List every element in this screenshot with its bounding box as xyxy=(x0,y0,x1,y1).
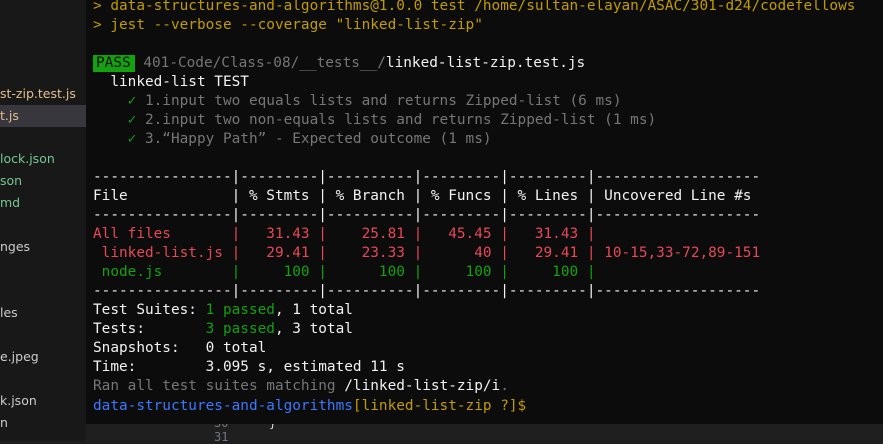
summary-label: Test Suites: xyxy=(93,302,206,318)
check-icon: ✓ xyxy=(93,93,145,109)
pass-badge: PASS xyxy=(93,55,135,72)
summary-passed: 1 passed xyxy=(205,302,275,318)
explorer-item-package-json[interactable]: k.json xyxy=(0,390,86,412)
ran-pattern: /linked-list-zip/i xyxy=(344,378,501,394)
npm-script-line: > data-structures-and-algorithms@1.0.0 t… xyxy=(93,0,855,16)
explorer-item-test-file[interactable]: st-zip.test.js xyxy=(0,83,86,105)
summary-snapshots: Snapshots: 0 total xyxy=(93,339,266,358)
coverage-separator: ----------------|---------|----------|--… xyxy=(93,283,761,299)
test-case-text: 2.input two non-equals lists and returns… xyxy=(144,112,657,128)
test-case: ✓ 1.input two equals lists and returns Z… xyxy=(93,92,622,111)
test-case-text: 3.“Happy Path” - Expected outcome (1 ms) xyxy=(144,131,492,147)
summary-time: Time: 3.095 s, estimated 11 s xyxy=(93,358,405,377)
test-file-result: PASS 401-Code/Class-08/__tests__/linked-… xyxy=(93,54,585,73)
prompt-project: data-structures-and-algorithms xyxy=(93,398,353,414)
summary-total: , 1 total xyxy=(274,302,353,318)
coverage-cells: linked-list.js | 29.41 | 23.33 | 40 | 29… xyxy=(93,245,596,261)
explorer-item-files[interactable]: les xyxy=(0,302,86,324)
summary-label: Snapshots: xyxy=(93,340,206,356)
ran-all-suites: Ran all test suites matching /linked-lis… xyxy=(93,377,509,396)
ran-suffix: . xyxy=(500,378,509,394)
coverage-header: File | % Stmts | % Branch | % Funcs | % … xyxy=(93,188,761,204)
test-case-text: 1.input two equals lists and returns Zip… xyxy=(144,93,622,109)
coverage-separator: ----------------|---------|----------|--… xyxy=(93,207,761,223)
summary-value: 3.095 s, estimated 11 s xyxy=(205,359,405,375)
explorer-item-selected[interactable]: t.js xyxy=(0,105,86,127)
jest-command-line: > jest --verbose --coverage "linked-list… xyxy=(93,16,483,35)
coverage-row-all-files: All files | 31.43 | 25.81 | 45.45 | 31.4… xyxy=(93,225,596,244)
summary-passed: 3 passed xyxy=(205,321,275,337)
npm-script-text: data-structures-and-algorithms@1.0.0 tes… xyxy=(110,0,856,14)
shell-prompt[interactable]: data-structures-and-algorithms[linked-li… xyxy=(93,397,526,416)
summary-total: , 3 total xyxy=(274,321,353,337)
check-icon: ✓ xyxy=(93,131,145,147)
test-case: ✓ 3.“Happy Path” - Expected outcome (1 m… xyxy=(93,130,492,149)
prompt-branch: [linked-list-zip ?]$ xyxy=(352,398,527,414)
test-case: ✓ 2.input two non-equals lists and retur… xyxy=(93,111,657,130)
coverage-separator: ----------------|---------|----------|--… xyxy=(93,169,761,185)
explorer-item-lock-json[interactable]: lock.json xyxy=(0,148,86,170)
summary-label: Tests: xyxy=(93,321,206,337)
explorer-item-jpeg[interactable]: e.jpeg xyxy=(0,346,86,368)
summary-tests: Tests: 3 passed, 3 total xyxy=(93,320,353,339)
coverage-cells: All files | 31.43 | 25.81 | 45.45 | 31.4… xyxy=(93,226,596,242)
explorer-item-last[interactable]: n xyxy=(0,412,86,434)
line-number-31: 31 xyxy=(214,430,229,444)
summary-label: Time: xyxy=(93,359,206,375)
test-file-name: linked-list-zip.test.js xyxy=(385,55,586,71)
prompt-symbol: > xyxy=(93,0,111,14)
check-icon: ✓ xyxy=(93,112,145,128)
terminal-panel[interactable]: > data-structures-and-algorithms@1.0.0 t… xyxy=(86,0,883,424)
summary-value: 0 total xyxy=(205,340,267,356)
explorer-item-md[interactable]: md xyxy=(0,192,86,214)
file-explorer[interactable]: st-zip.test.js t.js lock.json son md nge… xyxy=(0,0,87,441)
coverage-row-node: node.js | 100 | 100 | 100 | 100 | xyxy=(93,263,596,282)
coverage-cells: node.js | 100 | 100 | 100 | 100 | xyxy=(93,264,596,280)
summary-test-suites: Test Suites: 1 passed, 1 total xyxy=(93,301,353,320)
uncovered-lines: 10-15,33-72,89-151 xyxy=(595,245,761,261)
test-path: 401-Code/Class-08/__tests__/ xyxy=(143,55,386,71)
jest-command-text: jest --verbose --coverage "linked-list-z… xyxy=(110,17,483,33)
explorer-item-changes[interactable]: nges xyxy=(0,236,86,258)
ran-prefix: Ran all test suites matching xyxy=(93,378,345,394)
explorer-item-json[interactable]: son xyxy=(0,170,86,192)
coverage-row-linked-list: linked-list.js | 29.41 | 23.33 | 40 | 29… xyxy=(93,244,760,263)
prompt-symbol: > xyxy=(93,17,111,33)
suite-name: linked-list TEST xyxy=(93,74,249,90)
